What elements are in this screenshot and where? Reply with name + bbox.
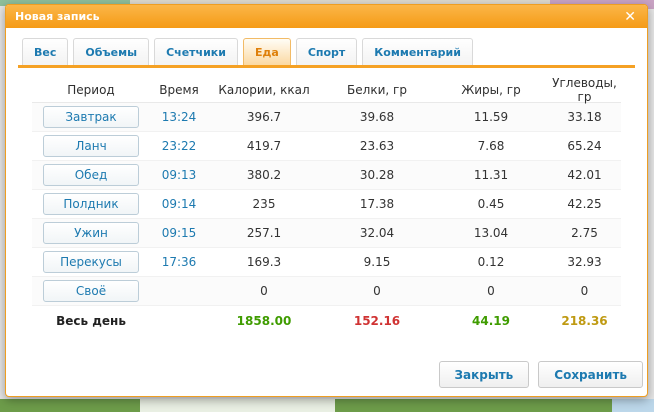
carbs-value: 33.18 — [548, 110, 621, 124]
tab-comment[interactable]: Комментарий — [362, 38, 473, 65]
tab-volumes[interactable]: Объемы — [73, 38, 149, 65]
proteins-value: 39.68 — [320, 110, 434, 124]
carbs-value: 2.75 — [548, 226, 621, 240]
header-carbs: Углеводы, гр — [548, 76, 621, 104]
carbs-value: 0 — [548, 284, 621, 298]
table-row: Ланч 23:22 419.7 23.63 7.68 65.24 — [32, 132, 621, 161]
modal-title: Новая запись — [15, 10, 622, 23]
table-row: Завтрак 13:24 396.7 39.68 11.59 33.18 — [32, 103, 621, 132]
modal-footer: Закрыть Сохранить — [439, 361, 644, 388]
period-button-supper[interactable]: Ужин — [43, 222, 139, 244]
proteins-value: 30.28 — [320, 168, 434, 182]
tab-sport[interactable]: Спорт — [296, 38, 357, 65]
fats-value: 11.31 — [434, 168, 548, 182]
fats-value: 11.59 — [434, 110, 548, 124]
period-button-dinner[interactable]: Обед — [43, 164, 139, 186]
save-button[interactable]: Сохранить — [538, 361, 643, 388]
fats-value: 0.45 — [434, 197, 548, 211]
period-button-breakfast[interactable]: Завтрак — [43, 106, 139, 128]
table-row: Полдник 09:14 235 17.38 0.45 42.25 — [32, 190, 621, 219]
period-button-custom[interactable]: Своё — [43, 280, 139, 302]
tab-counters[interactable]: Счетчики — [154, 38, 238, 65]
header-period: Период — [32, 83, 150, 97]
period-button-lunch[interactable]: Ланч — [43, 135, 139, 157]
carbs-value: 42.01 — [548, 168, 621, 182]
total-proteins: 152.16 — [320, 314, 434, 328]
tab-weight[interactable]: Вес — [22, 38, 68, 65]
table-header-row: Период Время Калории, ккал Белки, гр Жир… — [32, 76, 621, 103]
header-calories: Калории, ккал — [208, 83, 320, 97]
background-bottom-light — [140, 399, 335, 412]
time-value[interactable]: 09:15 — [150, 226, 208, 240]
background-bottom-right — [612, 399, 654, 412]
time-value[interactable]: 13:24 — [150, 110, 208, 124]
header-time: Время — [150, 83, 208, 97]
modal-body: Вес Объемы Счетчики Еда Спорт Комментари… — [6, 28, 647, 397]
calories-value: 169.3 — [208, 255, 320, 269]
total-calories: 1858.00 — [208, 314, 320, 328]
fats-value: 0.12 — [434, 255, 548, 269]
proteins-value: 17.38 — [320, 197, 434, 211]
carbs-value: 65.24 — [548, 139, 621, 153]
table-row: Перекусы 17:36 169.3 9.15 0.12 32.93 — [32, 248, 621, 277]
new-entry-modal: Новая запись ✕ Вес Объемы Счетчики Еда С… — [5, 4, 648, 397]
total-row: Весь день 1858.00 152.16 44.19 218.36 — [32, 306, 621, 336]
proteins-value: 32.04 — [320, 226, 434, 240]
calories-value: 235 — [208, 197, 320, 211]
table-row: Своё 0 0 0 0 — [32, 277, 621, 306]
fats-value: 0 — [434, 284, 548, 298]
close-button[interactable]: Закрыть — [439, 361, 530, 388]
calories-value: 257.1 — [208, 226, 320, 240]
proteins-value: 9.15 — [320, 255, 434, 269]
time-value[interactable]: 17:36 — [150, 255, 208, 269]
header-fats: Жиры, гр — [434, 83, 548, 97]
period-button-afternoon-snack[interactable]: Полдник — [43, 193, 139, 215]
tab-food[interactable]: Еда — [243, 38, 291, 65]
total-label: Весь день — [32, 314, 150, 328]
total-carbs: 218.36 — [548, 314, 621, 328]
proteins-value: 0 — [320, 284, 434, 298]
food-table: Период Время Калории, ккал Белки, гр Жир… — [32, 76, 621, 336]
tab-bar: Вес Объемы Счетчики Еда Спорт Комментари… — [18, 38, 635, 68]
header-proteins: Белки, гр — [320, 83, 434, 97]
table-row: Обед 09:13 380.2 30.28 11.31 42.01 — [32, 161, 621, 190]
proteins-value: 23.63 — [320, 139, 434, 153]
modal-header: Новая запись ✕ — [6, 5, 647, 28]
table-row: Ужин 09:15 257.1 32.04 13.04 2.75 — [32, 219, 621, 248]
calories-value: 396.7 — [208, 110, 320, 124]
time-value[interactable]: 23:22 — [150, 139, 208, 153]
fats-value: 13.04 — [434, 226, 548, 240]
calories-value: 419.7 — [208, 139, 320, 153]
fats-value: 7.68 — [434, 139, 548, 153]
time-value[interactable]: 09:13 — [150, 168, 208, 182]
total-fats: 44.19 — [434, 314, 548, 328]
period-button-snacks[interactable]: Перекусы — [43, 251, 139, 273]
close-icon[interactable]: ✕ — [622, 10, 638, 24]
calories-value: 380.2 — [208, 168, 320, 182]
carbs-value: 42.25 — [548, 197, 621, 211]
calories-value: 0 — [208, 284, 320, 298]
time-value[interactable]: 09:14 — [150, 197, 208, 211]
carbs-value: 32.93 — [548, 255, 621, 269]
